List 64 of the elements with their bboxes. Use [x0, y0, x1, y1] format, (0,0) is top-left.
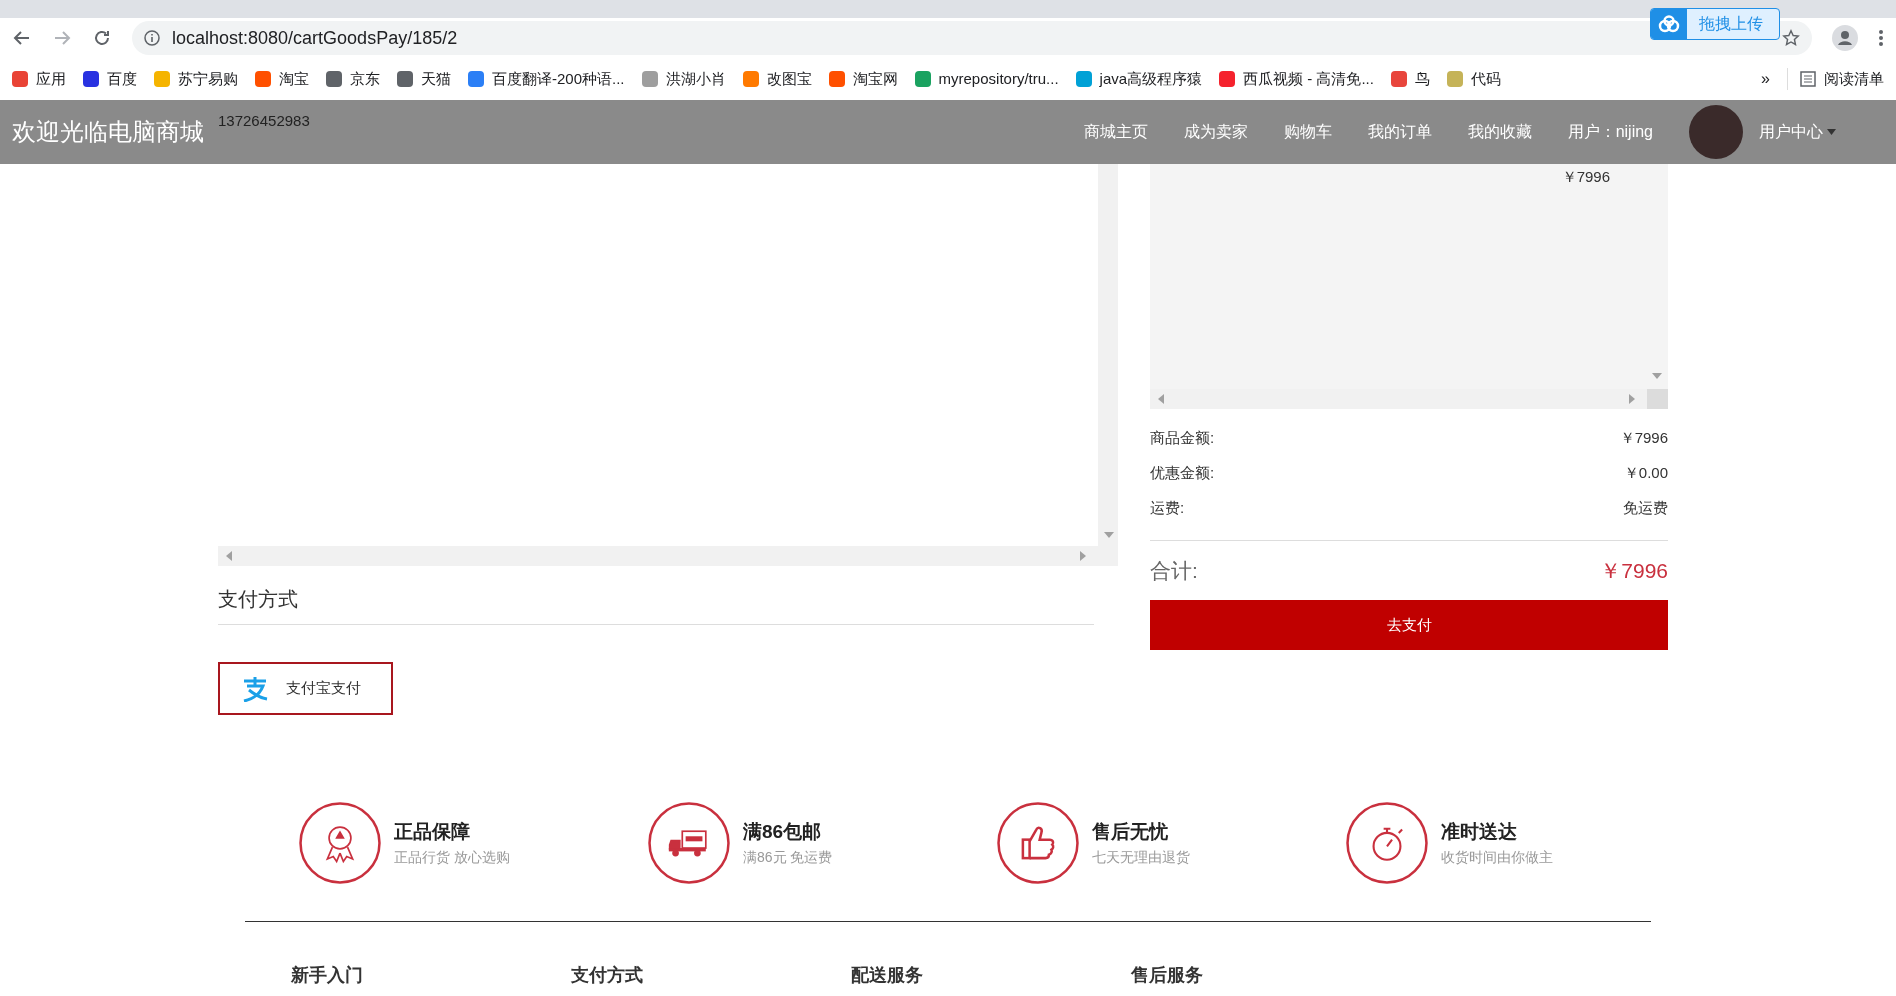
- info-icon: [144, 30, 160, 46]
- bookmark[interactable]: 百度翻译-200种语...: [468, 67, 625, 91]
- more-bookmarks[interactable]: »: [1761, 67, 1770, 91]
- bookmark[interactable]: 应用: [12, 67, 66, 91]
- goods-price: ￥7996: [1561, 167, 1610, 187]
- reading-list[interactable]: 阅读清单: [1787, 67, 1884, 91]
- summary-label: 优惠金额:: [1150, 463, 1215, 484]
- bookmark[interactable]: java高级程序猿: [1075, 67, 1203, 91]
- star-icon[interactable]: [1782, 29, 1800, 47]
- reload-icon[interactable]: [92, 28, 112, 48]
- bookmark[interactable]: 代码: [1446, 67, 1501, 91]
- bookmark[interactable]: myrepository/tru...: [914, 67, 1059, 91]
- summary-value: ￥7996: [1619, 428, 1668, 449]
- bookmark[interactable]: 洪湖小肖: [641, 67, 726, 91]
- total-value: ￥7996: [1600, 557, 1668, 584]
- footer-heading: 新手入门: [291, 964, 364, 987]
- scroll-down-icon[interactable]: [1104, 532, 1114, 538]
- payment-option[interactable]: 支付宝支付: [218, 662, 393, 715]
- medal-icon: [298, 801, 382, 885]
- phone-text: 13726452983: [218, 111, 310, 131]
- summary-label: 运费:: [1150, 498, 1185, 519]
- feature-title: 准时送达: [1441, 820, 1518, 845]
- feature-title: 正品保障: [394, 820, 471, 845]
- bookmark[interactable]: 淘宝网: [828, 67, 898, 91]
- scroll-right-icon[interactable]: [1080, 551, 1086, 561]
- list-icon: [1800, 71, 1816, 87]
- profile-icon[interactable]: [1832, 25, 1858, 51]
- scrollbar-corner: [1647, 389, 1668, 409]
- feature-title: 售后无忧: [1092, 820, 1169, 845]
- caret-icon: [1827, 129, 1836, 135]
- feature-subtitle: 满86元 免运费: [743, 847, 833, 867]
- bookmark[interactable]: 天猫: [397, 67, 451, 91]
- bookmark[interactable]: 鸟: [1390, 67, 1430, 91]
- cloud-icon: [1657, 15, 1681, 33]
- menu-icon[interactable]: [1878, 29, 1884, 47]
- bookmark[interactable]: 苏宁易购: [154, 67, 238, 91]
- scroll-left-icon[interactable]: [1158, 394, 1164, 404]
- bookmark[interactable]: 淘宝: [255, 67, 309, 91]
- footer-heading: 售后服务: [1131, 964, 1204, 987]
- scroll-right-icon[interactable]: [1629, 394, 1635, 404]
- bookmark[interactable]: 京东: [326, 67, 380, 91]
- section-title: 支付方式: [218, 588, 298, 610]
- bookmark[interactable]: 百度: [83, 67, 137, 91]
- footer-heading: 配送服务: [851, 964, 924, 987]
- summary-value: ￥0.00: [1623, 463, 1668, 484]
- summary-label: 商品金额:: [1150, 428, 1215, 449]
- total-label: 合计:: [1150, 557, 1198, 584]
- stopwatch-icon: [1345, 801, 1429, 885]
- truck-icon: [647, 801, 731, 885]
- feature-subtitle: 正品行货 放心选购: [394, 847, 510, 867]
- feature-title: 满86包邮: [743, 820, 823, 845]
- footer-heading: 支付方式: [571, 964, 644, 987]
- thumbs-up-icon: [996, 801, 1080, 885]
- feature-subtitle: 七天无理由退货: [1092, 847, 1190, 867]
- scroll-left-icon[interactable]: [226, 551, 232, 561]
- summary-value: 免运费: [1623, 498, 1668, 519]
- url-text: localhost:8080/cartGoodsPay/185/2: [172, 26, 458, 50]
- feature-subtitle: 收货时间由你做主: [1441, 847, 1553, 867]
- pay-button[interactable]: 去支付: [1150, 600, 1668, 650]
- scroll-down-icon[interactable]: [1652, 373, 1662, 379]
- horizontal-scrollbar[interactable]: [218, 546, 1118, 566]
- avatar[interactable]: [1689, 105, 1743, 159]
- bookmark[interactable]: 西瓜视频 - 高清免...: [1219, 67, 1374, 91]
- bookmark[interactable]: 改图宝: [742, 67, 812, 91]
